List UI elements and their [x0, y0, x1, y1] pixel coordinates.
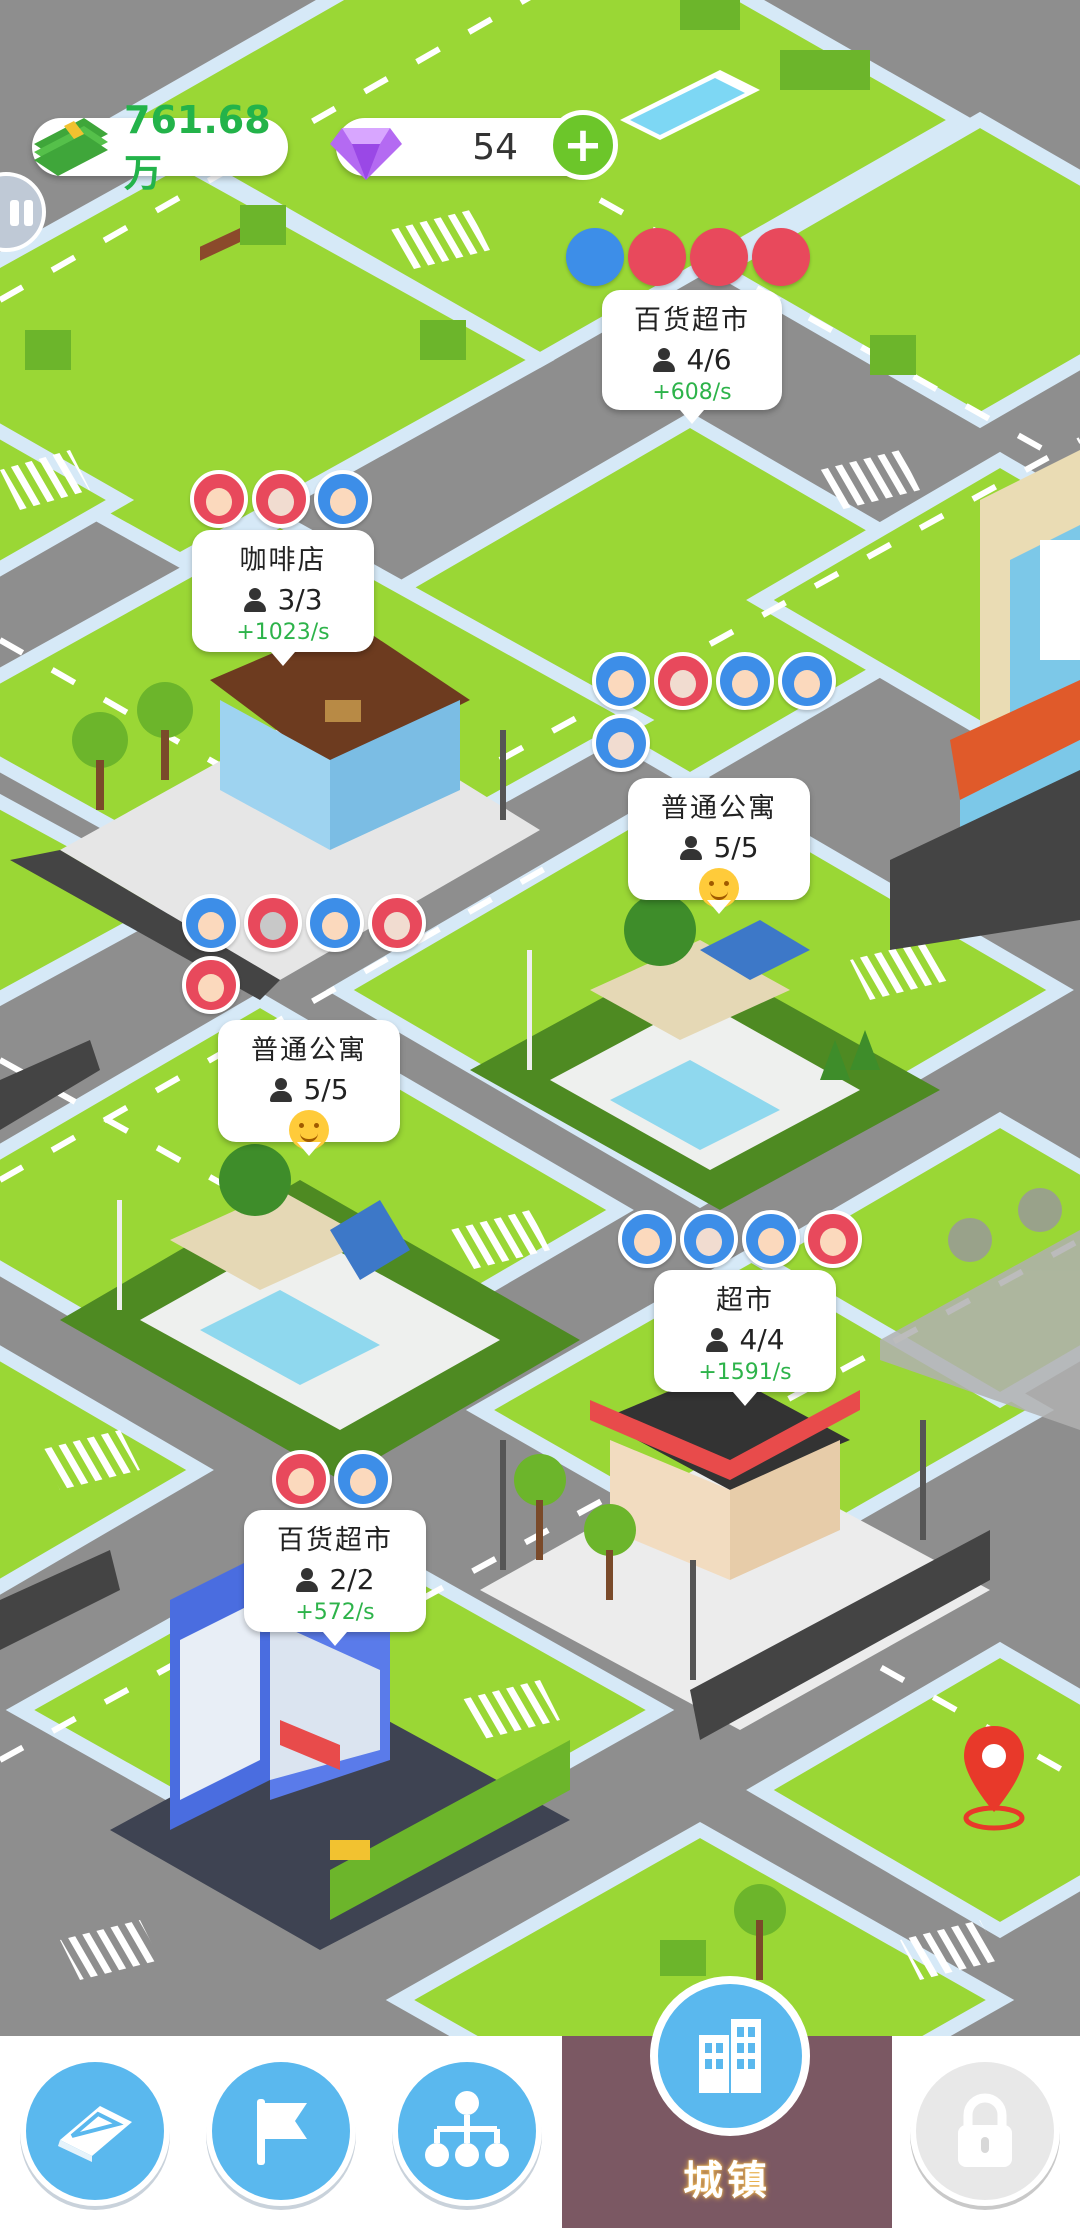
person-icon: [679, 835, 703, 860]
diamond-icon: [330, 128, 402, 180]
money-amount: 761.68万: [124, 97, 271, 195]
resident-avatar: [244, 894, 302, 952]
add-gems-button[interactable]: +: [548, 110, 618, 180]
resident-avatar: [618, 1210, 676, 1268]
person-icon: [705, 1327, 729, 1352]
occupancy: 5/5: [628, 831, 810, 864]
building-name: 咖啡店: [239, 545, 327, 576]
person-icon: [243, 587, 267, 612]
income-rate: +608/s: [652, 380, 732, 405]
building-info-bubble[interactable]: 普通公寓 5/5: [628, 778, 810, 914]
resident-avatar: [742, 1210, 800, 1268]
resident-avatar: [804, 1210, 862, 1268]
building-name: 普通公寓: [251, 1035, 367, 1066]
building-info-bubble[interactable]: 咖啡店 3/3 +1023/s: [192, 530, 374, 666]
person-icon: [652, 347, 676, 372]
occupancy-count: 5/5: [303, 1073, 349, 1106]
resident-avatar: [592, 714, 650, 772]
resident-avatar: [182, 894, 240, 952]
guide-book-button[interactable]: [20, 2056, 170, 2206]
resident-avatar: [716, 652, 774, 710]
building-info-bubble[interactable]: 百货超市 4/6 +608/s: [602, 290, 782, 424]
occupancy: 3/3: [192, 583, 374, 616]
occupancy-count: 4/6: [686, 343, 732, 376]
building-name: 超市: [716, 1285, 774, 1316]
resident-avatar: [314, 470, 372, 528]
city-map[interactable]: [0, 0, 1080, 2036]
lock-icon: [958, 2093, 1012, 2167]
missions-button[interactable]: [206, 2056, 356, 2206]
resident-avatar: [778, 652, 836, 710]
building-name: 普通公寓: [661, 793, 777, 824]
money-display: 761.68万: [32, 98, 288, 195]
happy-face-icon: [699, 868, 739, 908]
resident-avatar: [592, 652, 650, 710]
occupancy-count: 4/4: [739, 1323, 785, 1356]
occupancy: 4/6: [602, 343, 782, 376]
book-icon: [58, 2106, 132, 2162]
resident-avatar: [190, 470, 248, 528]
locked-feature-button[interactable]: [910, 2056, 1060, 2206]
bottom-navigation: 城镇: [0, 1976, 1080, 2228]
cash-stack-icon: [34, 118, 108, 176]
occupancy-count: 3/3: [277, 583, 323, 616]
occupancy: 5/5: [218, 1073, 400, 1106]
town-tab-label: 城镇: [683, 2158, 771, 2204]
resident-avatars: [182, 894, 442, 1014]
resident-avatars: [566, 228, 826, 286]
resident-avatar: [368, 894, 426, 952]
occupancy-count: 5/5: [713, 831, 759, 864]
flag-icon: [257, 2099, 307, 2165]
building-info-bubble[interactable]: 百货超市 2/2 +572/s: [244, 1510, 426, 1646]
building-name: 百货超市: [634, 305, 750, 336]
resident-avatar: [566, 228, 624, 286]
occupancy: 4/4: [654, 1323, 836, 1356]
location-pin-icon[interactable]: [958, 1722, 1030, 1832]
person-icon: [269, 1077, 293, 1102]
resident-avatar: [306, 894, 364, 952]
resident-avatar: [752, 228, 810, 286]
occupancy: 2/2: [244, 1563, 426, 1596]
resident-avatars: [272, 1450, 412, 1508]
resident-avatar: [334, 1450, 392, 1508]
building-info-bubble[interactable]: 超市 4/4 +1591/s: [654, 1270, 836, 1406]
resident-avatar: [272, 1450, 330, 1508]
building-name: 百货超市: [277, 1525, 393, 1556]
hierarchy-icon: [425, 2091, 509, 2167]
income-rate: +1591/s: [698, 1360, 792, 1385]
town-tab-button[interactable]: [650, 1976, 810, 2136]
town-building-icon: [699, 2019, 761, 2093]
org-structure-button[interactable]: [392, 2056, 542, 2206]
occupancy-count: 2/2: [329, 1563, 375, 1596]
resident-avatar: [628, 228, 686, 286]
person-icon: [295, 1567, 319, 1592]
resident-avatar: [690, 228, 748, 286]
income-rate: +572/s: [295, 1600, 375, 1625]
resident-avatar: [654, 652, 712, 710]
gem-display: 54 +: [330, 110, 618, 180]
gem-amount: 54: [472, 126, 518, 168]
resident-avatars: [618, 1210, 878, 1268]
resident-avatars: [592, 652, 852, 772]
building-info-bubble[interactable]: 普通公寓 5/5: [218, 1020, 400, 1156]
resident-avatar: [252, 470, 310, 528]
plus-icon: +: [562, 117, 604, 173]
resident-avatar: [680, 1210, 738, 1268]
resident-avatars: [190, 470, 390, 528]
happy-face-icon: [289, 1110, 329, 1150]
resident-avatar: [182, 956, 240, 1014]
income-rate: +1023/s: [236, 620, 330, 645]
